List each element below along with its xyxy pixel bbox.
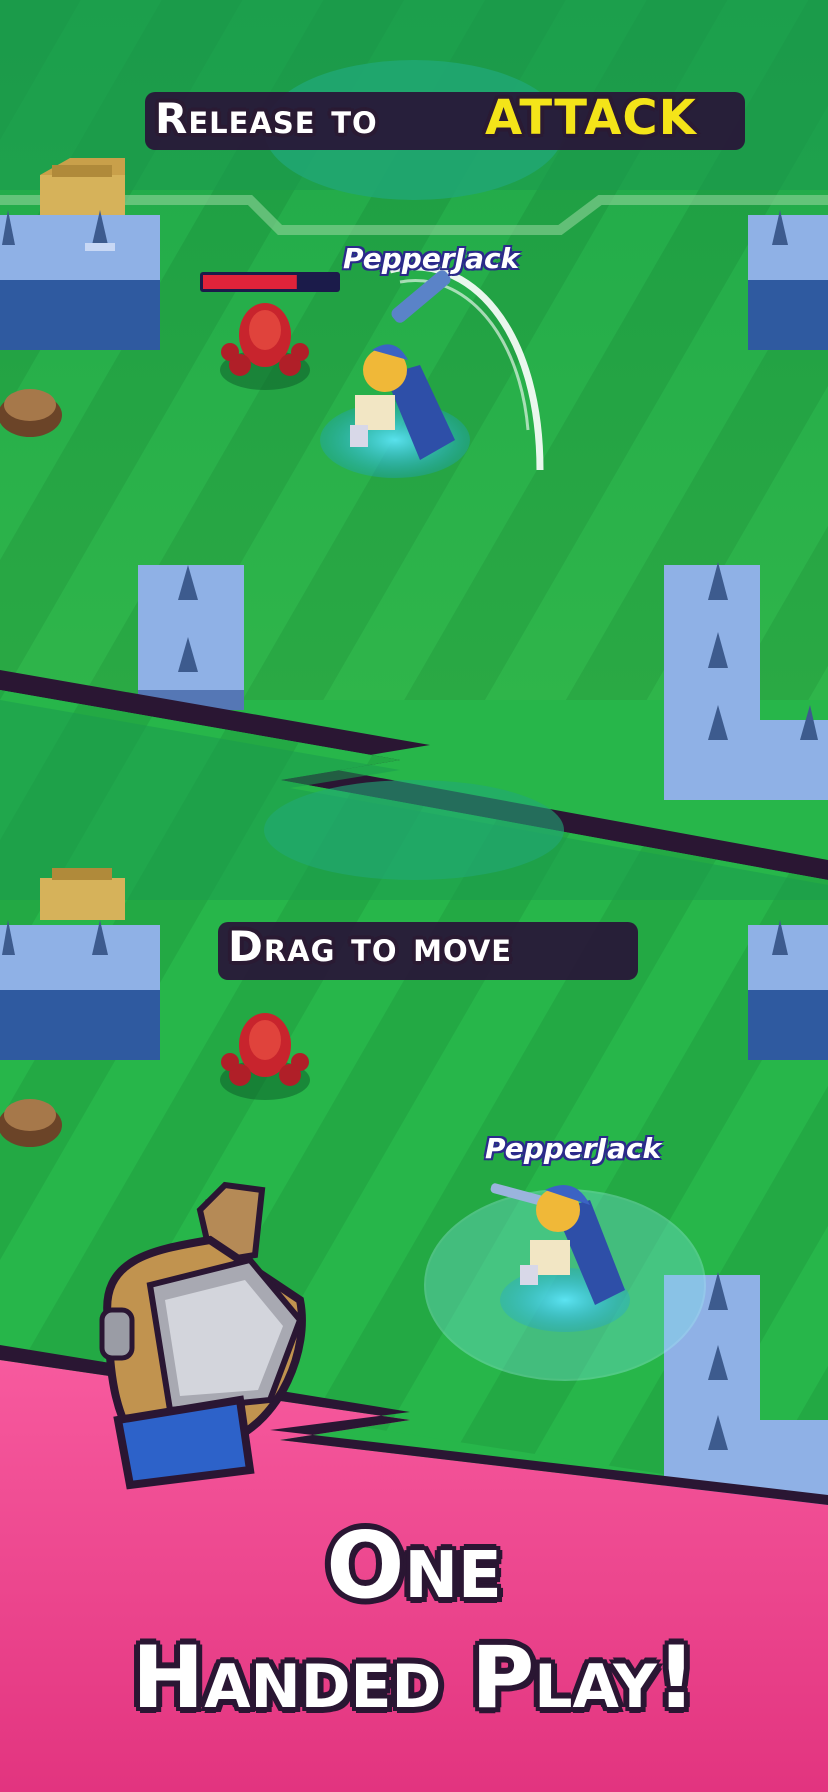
headline-line1: One <box>326 1512 502 1619</box>
spike-block-icon <box>748 210 828 350</box>
spike-block-icon <box>748 920 828 1060</box>
enemy-health-bar <box>200 272 340 292</box>
player-name-top: PepperJack <box>343 242 520 275</box>
top-caption-part2: ATTACK <box>485 90 697 146</box>
spike-block-icon <box>0 210 160 350</box>
player-name-bottom: PepperJack <box>485 1132 662 1165</box>
bottom-caption: Drag to move <box>228 922 513 971</box>
spike-block-icon <box>0 920 160 1060</box>
crate-icon <box>40 158 125 215</box>
spike-block-icon <box>138 565 244 710</box>
headline-line2: Handed Play! <box>132 1628 696 1728</box>
top-caption-part1: Release to <box>155 94 378 143</box>
